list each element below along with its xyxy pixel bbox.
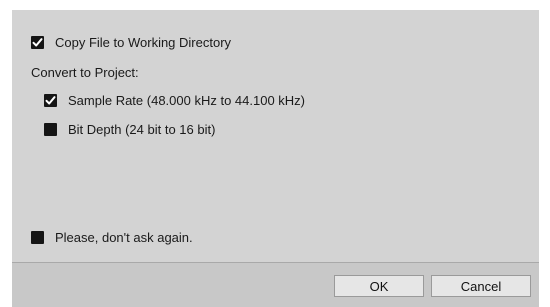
copy-file-label: Copy File to Working Directory: [55, 34, 232, 50]
dont-ask-again-label: Please, don't ask again.: [55, 229, 193, 245]
dont-ask-again-option[interactable]: Please, don't ask again.: [31, 227, 193, 247]
cancel-button[interactable]: Cancel: [431, 275, 531, 297]
checkmark-icon: [45, 95, 56, 104]
import-options-dialog: Copy File to Working Directory Convert t…: [12, 10, 539, 307]
dont-ask-again-checkbox[interactable]: [31, 230, 44, 244]
ok-button[interactable]: OK: [334, 275, 424, 297]
sample-rate-option[interactable]: Sample Rate (48.000 kHz to 44.100 kHz): [44, 90, 305, 110]
sample-rate-checkbox[interactable]: [44, 93, 57, 107]
checkmark-icon: [32, 37, 43, 46]
copy-file-option[interactable]: Copy File to Working Directory: [31, 32, 231, 52]
bit-depth-checkbox[interactable]: [44, 122, 57, 136]
sample-rate-label: Sample Rate (48.000 kHz to 44.100 kHz): [68, 92, 306, 108]
bit-depth-option[interactable]: Bit Depth (24 bit to 16 bit): [44, 119, 215, 139]
dialog-content: Copy File to Working Directory Convert t…: [12, 10, 539, 262]
convert-to-project-heading: Convert to Project:: [31, 65, 139, 80]
bit-depth-label: Bit Depth (24 bit to 16 bit): [68, 121, 216, 137]
copy-file-checkbox[interactable]: [31, 35, 44, 49]
